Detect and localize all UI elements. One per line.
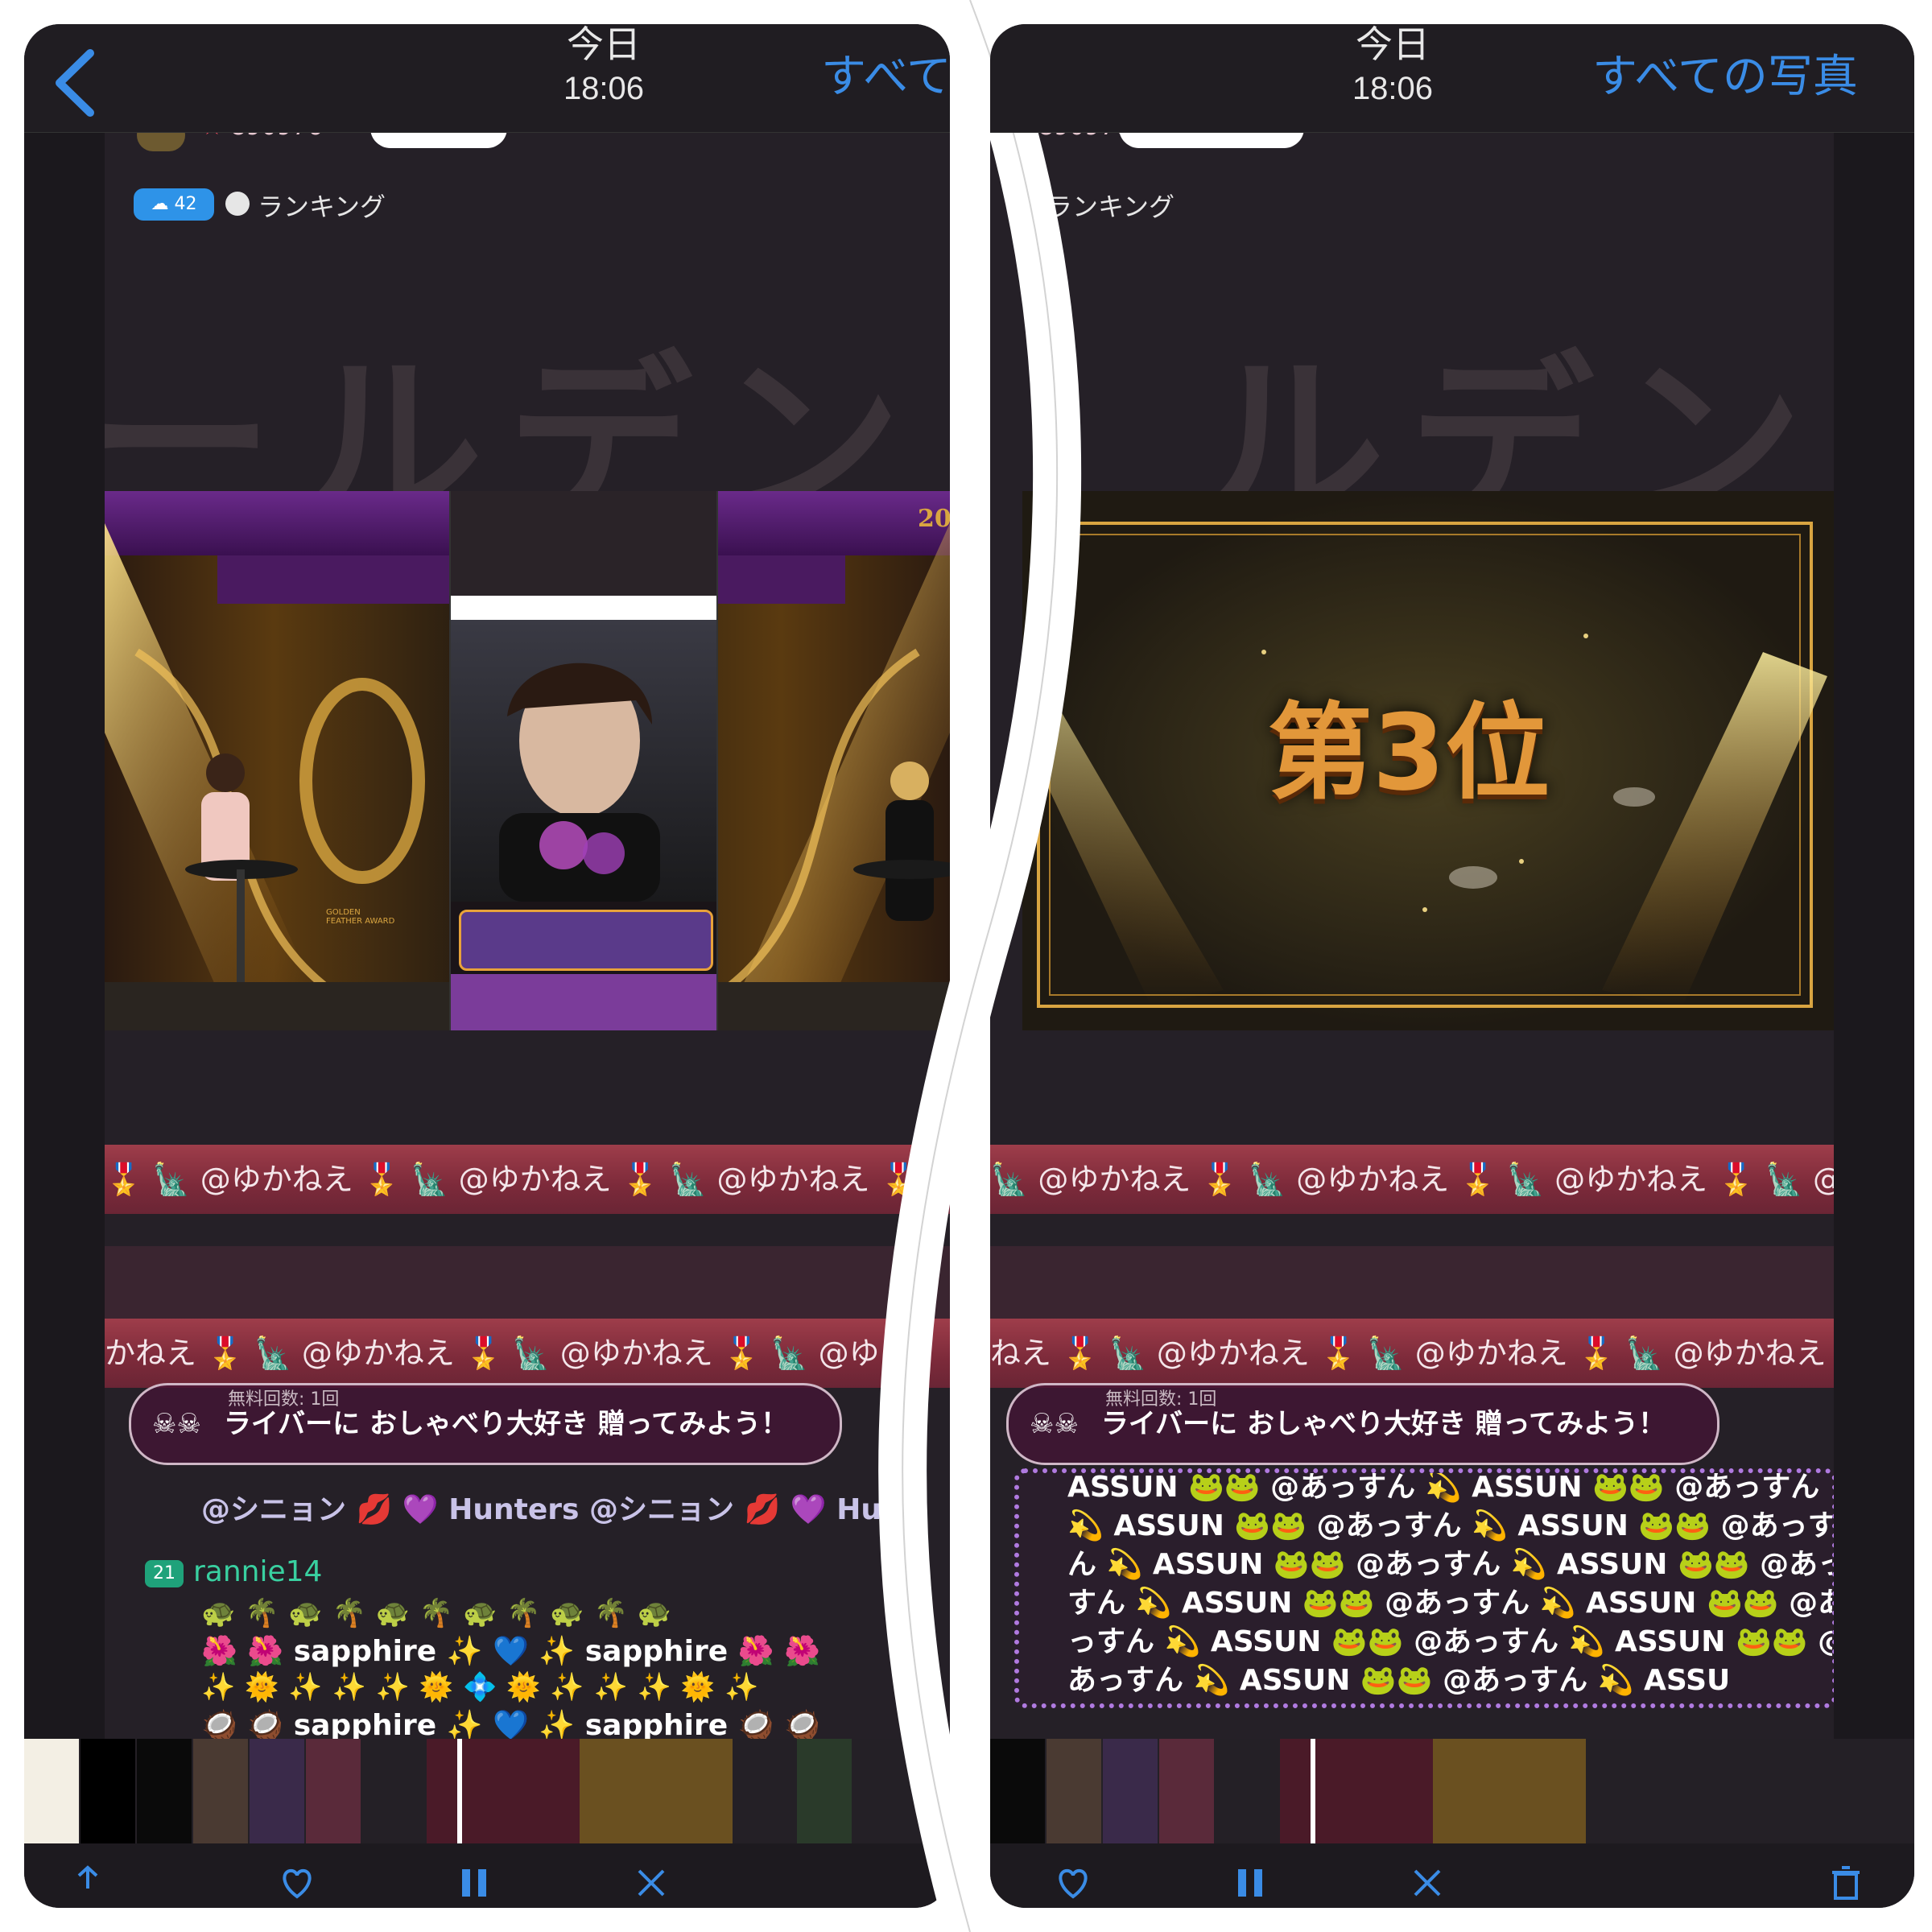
scrubber-handle[interactable] xyxy=(457,1739,462,1843)
user-level-badge: 21 xyxy=(145,1560,184,1587)
gift-prompt-sub: 無料回数: 1回 xyxy=(1105,1389,1217,1410)
chat-message: ASSUN 🐸🐸 @あっすん 💫 ASSUN 🐸🐸 @あっすん 💫 ASSUN … xyxy=(1067,1471,1834,1700)
back-chevron-icon[interactable] xyxy=(48,47,105,119)
thumbnail[interactable] xyxy=(137,1739,192,1843)
scrubber-handle[interactable] xyxy=(1311,1739,1315,1843)
header-title: 今日 xyxy=(1356,24,1430,65)
inner-header xyxy=(451,491,716,596)
header-time: 18:06 xyxy=(563,71,645,106)
skull-icon: ☠☠ xyxy=(152,1408,201,1440)
banner-gap xyxy=(105,1246,950,1319)
thumbnail[interactable] xyxy=(580,1739,733,1843)
chat-line: ASSUN 🐸🐸 @あっすん 💫 ASSUN 🐸🐸 @あっすん xyxy=(1067,1471,1820,1504)
thumbnail[interactable] xyxy=(1103,1739,1158,1843)
thumbnail-strip[interactable] xyxy=(24,1739,950,1843)
skull-icon: ☠☠ xyxy=(1030,1408,1079,1440)
thumbnail[interactable] xyxy=(1433,1739,1586,1843)
avatar xyxy=(137,132,185,151)
bottom-toolbar xyxy=(990,1843,1914,1908)
award-logo: 2020 xyxy=(918,505,950,533)
thumbnail-selected[interactable] xyxy=(427,1739,580,1843)
announcement-banner-top: 🎖️ 🗽 @ゆかねえ 🎖️ 🗽 @ゆかねえ 🎖️ 🗽 @ゆかねえ 🎖️ 🗽 @ゆ… xyxy=(105,1145,950,1214)
rank-title: 第3位 xyxy=(1267,691,1550,814)
chat-line: 🥥 🥥 sapphire ✨ 💙 ✨ sapphire 🥥 🥥 xyxy=(201,1709,820,1739)
ranking-label[interactable]: ランキング xyxy=(258,187,386,224)
inner-footer xyxy=(451,974,716,1030)
chat-line: 💫 ASSUN 🐸🐸 @あっすん 💫 ASSUN 🐸🐸 @あっす xyxy=(1067,1509,1834,1542)
thumbnail[interactable] xyxy=(1046,1739,1101,1843)
chat-line: @シニョン 💋 💜 Hunters @シニョン 💋 💜 Hu xyxy=(201,1493,881,1526)
inner-banner xyxy=(451,596,716,620)
thumbnail[interactable] xyxy=(1159,1739,1214,1843)
photos-header: 今日 18:06 すべて xyxy=(24,24,950,133)
share-icon[interactable] xyxy=(69,1864,106,1901)
thumbnail[interactable] xyxy=(193,1739,248,1843)
thumbnail-strip[interactable] xyxy=(990,1739,1914,1843)
viewer-count-badge: ☁ 42 xyxy=(134,188,214,221)
all-photos-link[interactable]: すべて xyxy=(821,40,950,105)
inner-phone-stream xyxy=(449,491,718,1030)
chat-line: すん 💫 ASSUN 🐸🐸 @あっすん 💫 ASSUN 🐸🐸 @あ xyxy=(1067,1587,1834,1620)
bottom-toolbar xyxy=(24,1843,950,1908)
inner-comment-box xyxy=(459,910,713,971)
chat-line: 🐢 🌴 🐢 🌴 🐢 🌴 🐢 🌴 🐢 🌴 🐢 xyxy=(201,1597,672,1629)
score-text: ★ 890976 xyxy=(201,132,323,141)
gift-prompt-sub: 無料回数: 1回 xyxy=(228,1389,340,1410)
thumbnail-selected[interactable] xyxy=(1280,1739,1433,1843)
ranking-icon xyxy=(225,192,250,216)
header-time: 18:06 xyxy=(1352,71,1434,106)
gift-prompt-button[interactable]: 無料回数: 1回 ☠☠ ライバーに おしゃべり大好き 贈ってみよう！ xyxy=(129,1383,842,1465)
score-text: 890976 xyxy=(1038,132,1131,141)
chat-line: あっすん 💫 ASSUN 🐸🐸 @あっすん 💫 ASSU xyxy=(1067,1664,1731,1697)
pause-icon[interactable] xyxy=(1232,1864,1269,1901)
chat-line: ん 💫 ASSUN 🐸🐸 @あっすん 💫 ASSUN 🐸🐸 @あっ xyxy=(1067,1548,1834,1581)
video-frame: ルデン 890976 ランキング 第3位 🗽 @ゆかねえ 🎖️ 🗽 @ゆか xyxy=(990,132,1834,1739)
header-title: 今日 xyxy=(567,24,641,65)
chat-line: っすん 💫 ASSUN 🐸🐸 @あっすん 💫 ASSUN 🐸🐸 @ xyxy=(1067,1625,1834,1658)
thumbnail[interactable] xyxy=(24,1739,79,1843)
all-photos-link[interactable]: すべての写真 xyxy=(1592,40,1858,105)
follow-button[interactable] xyxy=(370,132,507,148)
chat-line: 🌺 🌺 sapphire ✨ 💙 ✨ sapphire 🌺 🌺 xyxy=(201,1635,820,1668)
gift-prompt-button[interactable]: 無料回数: 1回 ☠☠ ライバーに おしゃべり大好き 贈ってみよう！ xyxy=(1006,1383,1719,1465)
banner-gap xyxy=(990,1246,1834,1319)
thumbnail[interactable] xyxy=(797,1739,852,1843)
photos-header: 今日 18:06 すべての写真 xyxy=(990,24,1914,133)
pause-icon[interactable] xyxy=(456,1864,493,1901)
highlighted-chat-box: ASSUN 🐸🐸 @あっすん 💫 ASSUN 🐸🐸 @あっすん 💫 ASSUN … xyxy=(1014,1468,1834,1708)
thumbnail[interactable] xyxy=(80,1739,135,1843)
heart-icon[interactable] xyxy=(279,1864,316,1901)
close-icon[interactable] xyxy=(633,1864,670,1901)
thumbnail[interactable] xyxy=(250,1739,304,1843)
award-stage: 2020 GOLDEN FEATHER AWARD xyxy=(105,491,950,1030)
ranking-label[interactable]: ランキング xyxy=(1046,187,1174,224)
heart-icon[interactable] xyxy=(1055,1864,1092,1901)
right-screenshot-panel: 今日 18:06 すべての写真 ルデン 890976 ランキング 第3位 xyxy=(990,24,1914,1908)
close-icon[interactable] xyxy=(1409,1864,1446,1901)
award-logo-small: GOLDEN FEATHER AWARD xyxy=(326,908,395,926)
video-frame: ールデン ★ 890976 ☁ 42 ランキング xyxy=(105,132,950,1739)
left-screenshot-panel: 今日 18:06 すべて ールデン ★ 890976 ☁ 42 ランキング xyxy=(24,24,950,1908)
announcement-banner-top: 🗽 @ゆかねえ 🎖️ 🗽 @ゆかねえ 🎖️ 🗽 @ゆかねえ 🎖️ 🗽 @ゆか xyxy=(990,1145,1834,1214)
trash-icon[interactable] xyxy=(1827,1864,1864,1901)
thumbnail[interactable] xyxy=(990,1739,1045,1843)
chat-username[interactable]: rannie14 xyxy=(193,1555,322,1588)
thumbnail[interactable] xyxy=(306,1739,361,1843)
streamer-video xyxy=(451,620,716,902)
rank-announcement-stage: 第3位 xyxy=(1022,491,1834,1030)
follow-button[interactable] xyxy=(1119,132,1304,148)
chat-line: ✨ 🌞 ✨ ✨ ✨ 🌞 💠 🌞 ✨ ✨ ✨ 🌞 ✨ xyxy=(201,1671,759,1703)
